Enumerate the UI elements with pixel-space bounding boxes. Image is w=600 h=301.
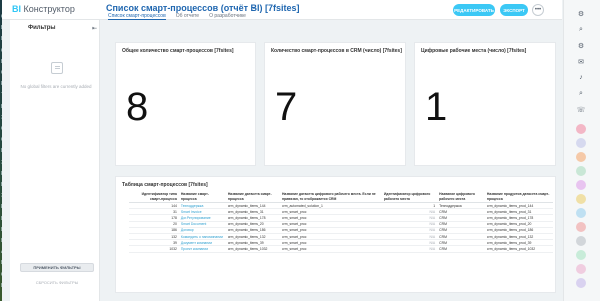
- avatar[interactable]: [576, 180, 586, 190]
- chat-icon[interactable]: ✉: [576, 58, 586, 66]
- filters-empty-text: No global filters are currently added: [20, 84, 92, 89]
- portal-right-sidebar: ⚙ ⌕ ⚙ ✉ ♪ ⌕ ☏: [563, 0, 600, 301]
- avatar[interactable]: [576, 250, 586, 260]
- bi-header: BI Конструктор Список смарт-процессов (о…: [2, 0, 562, 20]
- avatar[interactable]: [576, 166, 586, 176]
- avatar[interactable]: [576, 278, 586, 288]
- filters-title: Фильтры: [28, 25, 56, 31]
- smart-process-table-card: Таблица смарт-процессов [7fsites] Иденти…: [115, 176, 556, 293]
- gear-icon[interactable]: ⚙: [576, 10, 586, 18]
- tab-about-developer[interactable]: О разработчике: [209, 13, 246, 20]
- column-header[interactable]: Название датасета смарт-процесса: [225, 191, 280, 203]
- empty-filter-icon: [51, 62, 63, 74]
- table-cell: crm_dynamic_items_1032: [225, 245, 280, 253]
- avatar[interactable]: [576, 152, 586, 162]
- kpi-title: Общее количество смарт-процессов [7fsite…: [122, 48, 234, 54]
- apply-filters-button[interactable]: ПРИМЕНИТЬ ФИЛЬТРЫ: [20, 263, 94, 272]
- table-cell: crm_dynamic_items_prod_1032: [484, 245, 553, 253]
- tab-smart-process-list[interactable]: Список смарт-процессов: [108, 13, 166, 20]
- column-header[interactable]: Название цифрового рабочего места: [437, 191, 485, 203]
- avatar[interactable]: [576, 264, 586, 274]
- smart-process-table: Идентификатор типа смарт-процесса Названи…: [129, 191, 553, 253]
- edit-button[interactable]: РЕДАКТИРОВАТЬ: [453, 4, 495, 16]
- table-cell: crm_smart_proc: [279, 245, 382, 253]
- search-icon[interactable]: ⌕: [576, 26, 586, 34]
- column-header[interactable]: Название датасета цифрового рабочего мес…: [279, 191, 382, 203]
- kpi-card-workplaces: Цифровые рабочие места (число) [7fsites]…: [414, 42, 556, 166]
- kpi-title: Количество смарт-процессов в CRM (число)…: [271, 48, 402, 54]
- search-icon[interactable]: ⌕: [576, 90, 586, 98]
- avatar[interactable]: [576, 222, 586, 232]
- kpi-card-crm: Количество смарт-процессов в CRM (число)…: [264, 42, 406, 166]
- kpi-value: 1: [425, 85, 448, 129]
- bi-slider: BI Конструктор Список смарт-процессов (о…: [2, 0, 562, 301]
- column-header[interactable]: Идентификатор типа смарт-процесса: [129, 191, 179, 203]
- phone-icon[interactable]: ☏: [576, 106, 586, 114]
- gear-icon[interactable]: ⚙: [576, 42, 586, 50]
- table-cell: CRM: [437, 245, 485, 253]
- dashboard-title[interactable]: Список смарт-процессов (отчёт BI) [7fsit…: [106, 3, 300, 13]
- kpi-title: Цифровые рабочие места (число) [7fsites]: [421, 48, 527, 54]
- table-cell: 1032: [129, 245, 179, 253]
- table-row: 1032 Проект компании crm_dynamic_items_103…: [129, 245, 553, 253]
- kpi-card-total: Общее количество смарт-процессов [7fsite…: [115, 42, 256, 166]
- collapse-icon[interactable]: ⇤: [92, 25, 97, 32]
- column-header[interactable]: Название продуктов датасета смарт-процес…: [484, 191, 553, 203]
- avatar[interactable]: [576, 236, 586, 246]
- kpi-value: 7: [275, 85, 298, 129]
- kpi-value: 8: [126, 85, 149, 129]
- bell-icon[interactable]: ♪: [576, 74, 586, 81]
- table-title: Таблица смарт-процессов [7fsites]: [122, 182, 208, 188]
- avatar[interactable]: [576, 208, 586, 218]
- avatar[interactable]: [576, 194, 586, 204]
- tab-about-report[interactable]: Об отчете: [176, 13, 199, 20]
- column-header[interactable]: Название смарт-процесса: [178, 191, 226, 203]
- avatar[interactable]: [576, 138, 586, 148]
- export-button[interactable]: ЭКСПОРТ: [500, 4, 528, 16]
- bi-logo: BI Конструктор: [12, 4, 75, 14]
- chevron-down-icon[interactable]: ⌄: [251, 3, 257, 11]
- column-header[interactable]: Идентификатор цифрового рабочего места: [381, 191, 438, 203]
- dashboard-tabs: Список смарт-процессов Об отчете О разра…: [108, 13, 246, 20]
- avatar[interactable]: [576, 124, 586, 134]
- table-cell[interactable]: Проект компании: [178, 245, 226, 253]
- filters-panel: Фильтры ⇤ No global filters are currentl…: [10, 20, 100, 301]
- table-cell: N/A: [381, 245, 438, 253]
- reset-filters-button[interactable]: СБРОСИТЬ ФИЛЬТРЫ: [20, 280, 94, 285]
- more-menu-button[interactable]: •••: [532, 4, 544, 16]
